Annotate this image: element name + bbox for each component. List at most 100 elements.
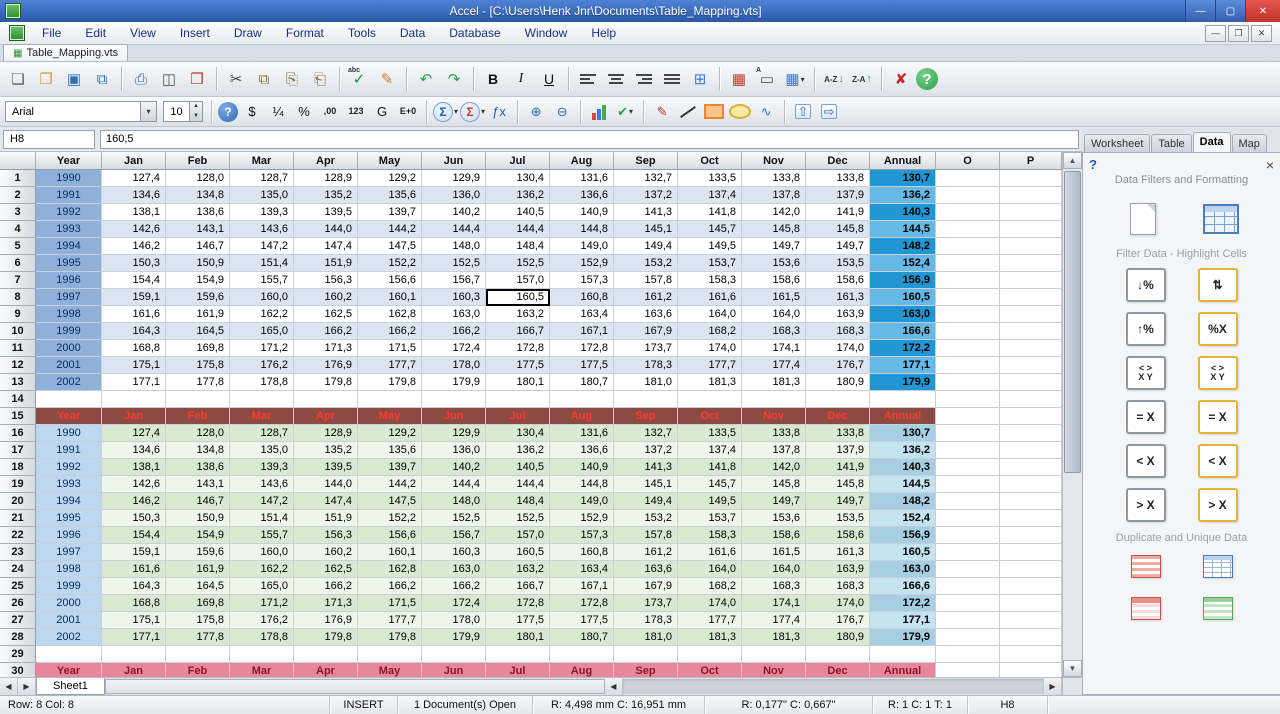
cell[interactable]: 160,1 — [358, 544, 422, 561]
cell-year[interactable]: 1991 — [36, 187, 102, 204]
cell[interactable]: 168,3 — [806, 323, 870, 340]
cell[interactable]: 135,2 — [294, 442, 358, 459]
cell[interactable]: 159,1 — [102, 544, 166, 561]
page-setup-button[interactable]: ❒ — [184, 66, 210, 92]
cell[interactable]: 141,8 — [678, 204, 742, 221]
cell[interactable]: 171,3 — [294, 340, 358, 357]
row-header-3[interactable]: 3 — [0, 204, 36, 221]
cell[interactable]: 144,8 — [550, 476, 614, 493]
cell[interactable] — [1000, 289, 1062, 306]
extract-duplicate-table-button[interactable] — [1196, 594, 1240, 622]
cell[interactable]: 169,8 — [166, 340, 230, 357]
cell[interactable] — [936, 238, 1000, 255]
cell[interactable]: 147,5 — [358, 238, 422, 255]
cell[interactable]: 145,7 — [678, 221, 742, 238]
cell[interactable]: 171,5 — [358, 340, 422, 357]
cell[interactable]: 137,9 — [806, 442, 870, 459]
scroll-up-icon[interactable]: ▲ — [1063, 152, 1082, 169]
cell[interactable]: 156,6 — [358, 527, 422, 544]
cell[interactable]: 146,2 — [102, 493, 166, 510]
cell[interactable]: 146,7 — [166, 493, 230, 510]
cell[interactable]: 180,9 — [806, 629, 870, 646]
cell[interactable]: 151,4 — [230, 510, 294, 527]
cell[interactable]: 145,1 — [614, 221, 678, 238]
column-header-apr[interactable]: Apr — [294, 152, 358, 170]
cell[interactable]: 130,4 — [486, 170, 550, 187]
cell[interactable]: 129,9 — [422, 425, 486, 442]
chevron-down-icon[interactable]: ▾ — [801, 75, 805, 84]
cell[interactable] — [1000, 272, 1062, 289]
cell[interactable]: 172,8 — [486, 595, 550, 612]
cell[interactable]: 156,7 — [422, 527, 486, 544]
scroll-right-icon[interactable]: ▶ — [1044, 678, 1062, 695]
cell[interactable]: 137,8 — [742, 442, 806, 459]
menu-item-file[interactable]: File — [30, 26, 73, 40]
menu-item-tools[interactable]: Tools — [336, 26, 388, 40]
align-justify-button[interactable] — [659, 66, 685, 92]
merge-cells-button[interactable]: ⊞ — [687, 66, 713, 92]
cell-year[interactable]: 1996 — [36, 527, 102, 544]
cell[interactable]: 149,0 — [550, 238, 614, 255]
row-header-12[interactable]: 12 — [0, 357, 36, 374]
cell[interactable]: 140,9 — [550, 204, 614, 221]
cell[interactable] — [1000, 459, 1062, 476]
autosum-button[interactable]: Σ▾ — [433, 101, 458, 123]
insert-chart-button[interactable] — [587, 101, 611, 123]
column-header-jan[interactable]: Jan — [102, 152, 166, 170]
cell[interactable]: 139,3 — [230, 204, 294, 221]
cell[interactable]: 161,2 — [614, 544, 678, 561]
cell[interactable]: 160,0 — [230, 289, 294, 306]
cell[interactable]: 174,0 — [806, 595, 870, 612]
cell[interactable] — [166, 391, 230, 408]
cell[interactable]: 178,8 — [230, 374, 294, 391]
cell[interactable]: 161,6 — [102, 561, 166, 578]
filter-swap-values-button[interactable]: ⇅ — [1198, 268, 1238, 302]
cell[interactable]: 136,0 — [422, 442, 486, 459]
cell[interactable]: 180,1 — [486, 374, 550, 391]
cell[interactable]: 128,9 — [294, 425, 358, 442]
column-header-nov[interactable]: Nov — [742, 152, 806, 170]
cell[interactable]: 163,4 — [550, 561, 614, 578]
cell[interactable]: 147,5 — [358, 493, 422, 510]
cell-annual[interactable]: 177,1 — [870, 612, 936, 629]
italic-button[interactable]: I — [508, 66, 534, 92]
cell-annual[interactable]: 160,5 — [870, 289, 936, 306]
cell[interactable]: 173,7 — [614, 340, 678, 357]
column-header-sep[interactable]: Sep — [614, 152, 678, 170]
cell[interactable]: 159,1 — [102, 289, 166, 306]
cell[interactable]: 149,4 — [614, 238, 678, 255]
cell[interactable] — [1000, 187, 1062, 204]
cell[interactable]: 152,5 — [422, 510, 486, 527]
column-header-jun[interactable]: Jun — [422, 152, 486, 170]
cell[interactable]: 177,7 — [678, 357, 742, 374]
cell[interactable]: 161,3 — [806, 544, 870, 561]
filter-equal-x-button[interactable]: = X — [1126, 400, 1166, 434]
cell[interactable]: 145,8 — [742, 221, 806, 238]
scientific-format-button[interactable]: E+0 — [396, 101, 420, 123]
draw-curve-button[interactable]: ∿ — [754, 101, 778, 123]
cell-annual[interactable]: 163,0 — [870, 561, 936, 578]
column-header-dec[interactable]: Dec — [806, 152, 870, 170]
cell[interactable] — [936, 561, 1000, 578]
cell[interactable]: 147,2 — [230, 238, 294, 255]
row-header-1[interactable]: 1 — [0, 170, 36, 187]
row-header-4[interactable]: 4 — [0, 221, 36, 238]
cell-table-header[interactable]: May — [358, 408, 422, 425]
cell-table-header[interactable]: Jun — [422, 663, 486, 677]
cell-year[interactable]: 1995 — [36, 510, 102, 527]
cell[interactable]: 163,9 — [806, 306, 870, 323]
cell[interactable]: 142,6 — [102, 221, 166, 238]
cell[interactable]: 166,2 — [422, 323, 486, 340]
cell[interactable]: 127,4 — [102, 425, 166, 442]
cell[interactable]: 158,3 — [678, 272, 742, 289]
cell-year[interactable]: 1992 — [36, 204, 102, 221]
draw-line-button[interactable] — [676, 101, 700, 123]
sheet-tab-sheet1[interactable]: Sheet1 — [36, 678, 105, 695]
cell[interactable]: 179,9 — [422, 629, 486, 646]
cell[interactable]: 136,6 — [550, 187, 614, 204]
mdi-close-button[interactable]: ✕ — [1251, 25, 1272, 42]
cell-table-header[interactable]: Mar — [230, 663, 294, 677]
cell[interactable]: 157,3 — [550, 527, 614, 544]
cell[interactable]: 133,8 — [742, 170, 806, 187]
cell[interactable]: 140,5 — [486, 459, 550, 476]
